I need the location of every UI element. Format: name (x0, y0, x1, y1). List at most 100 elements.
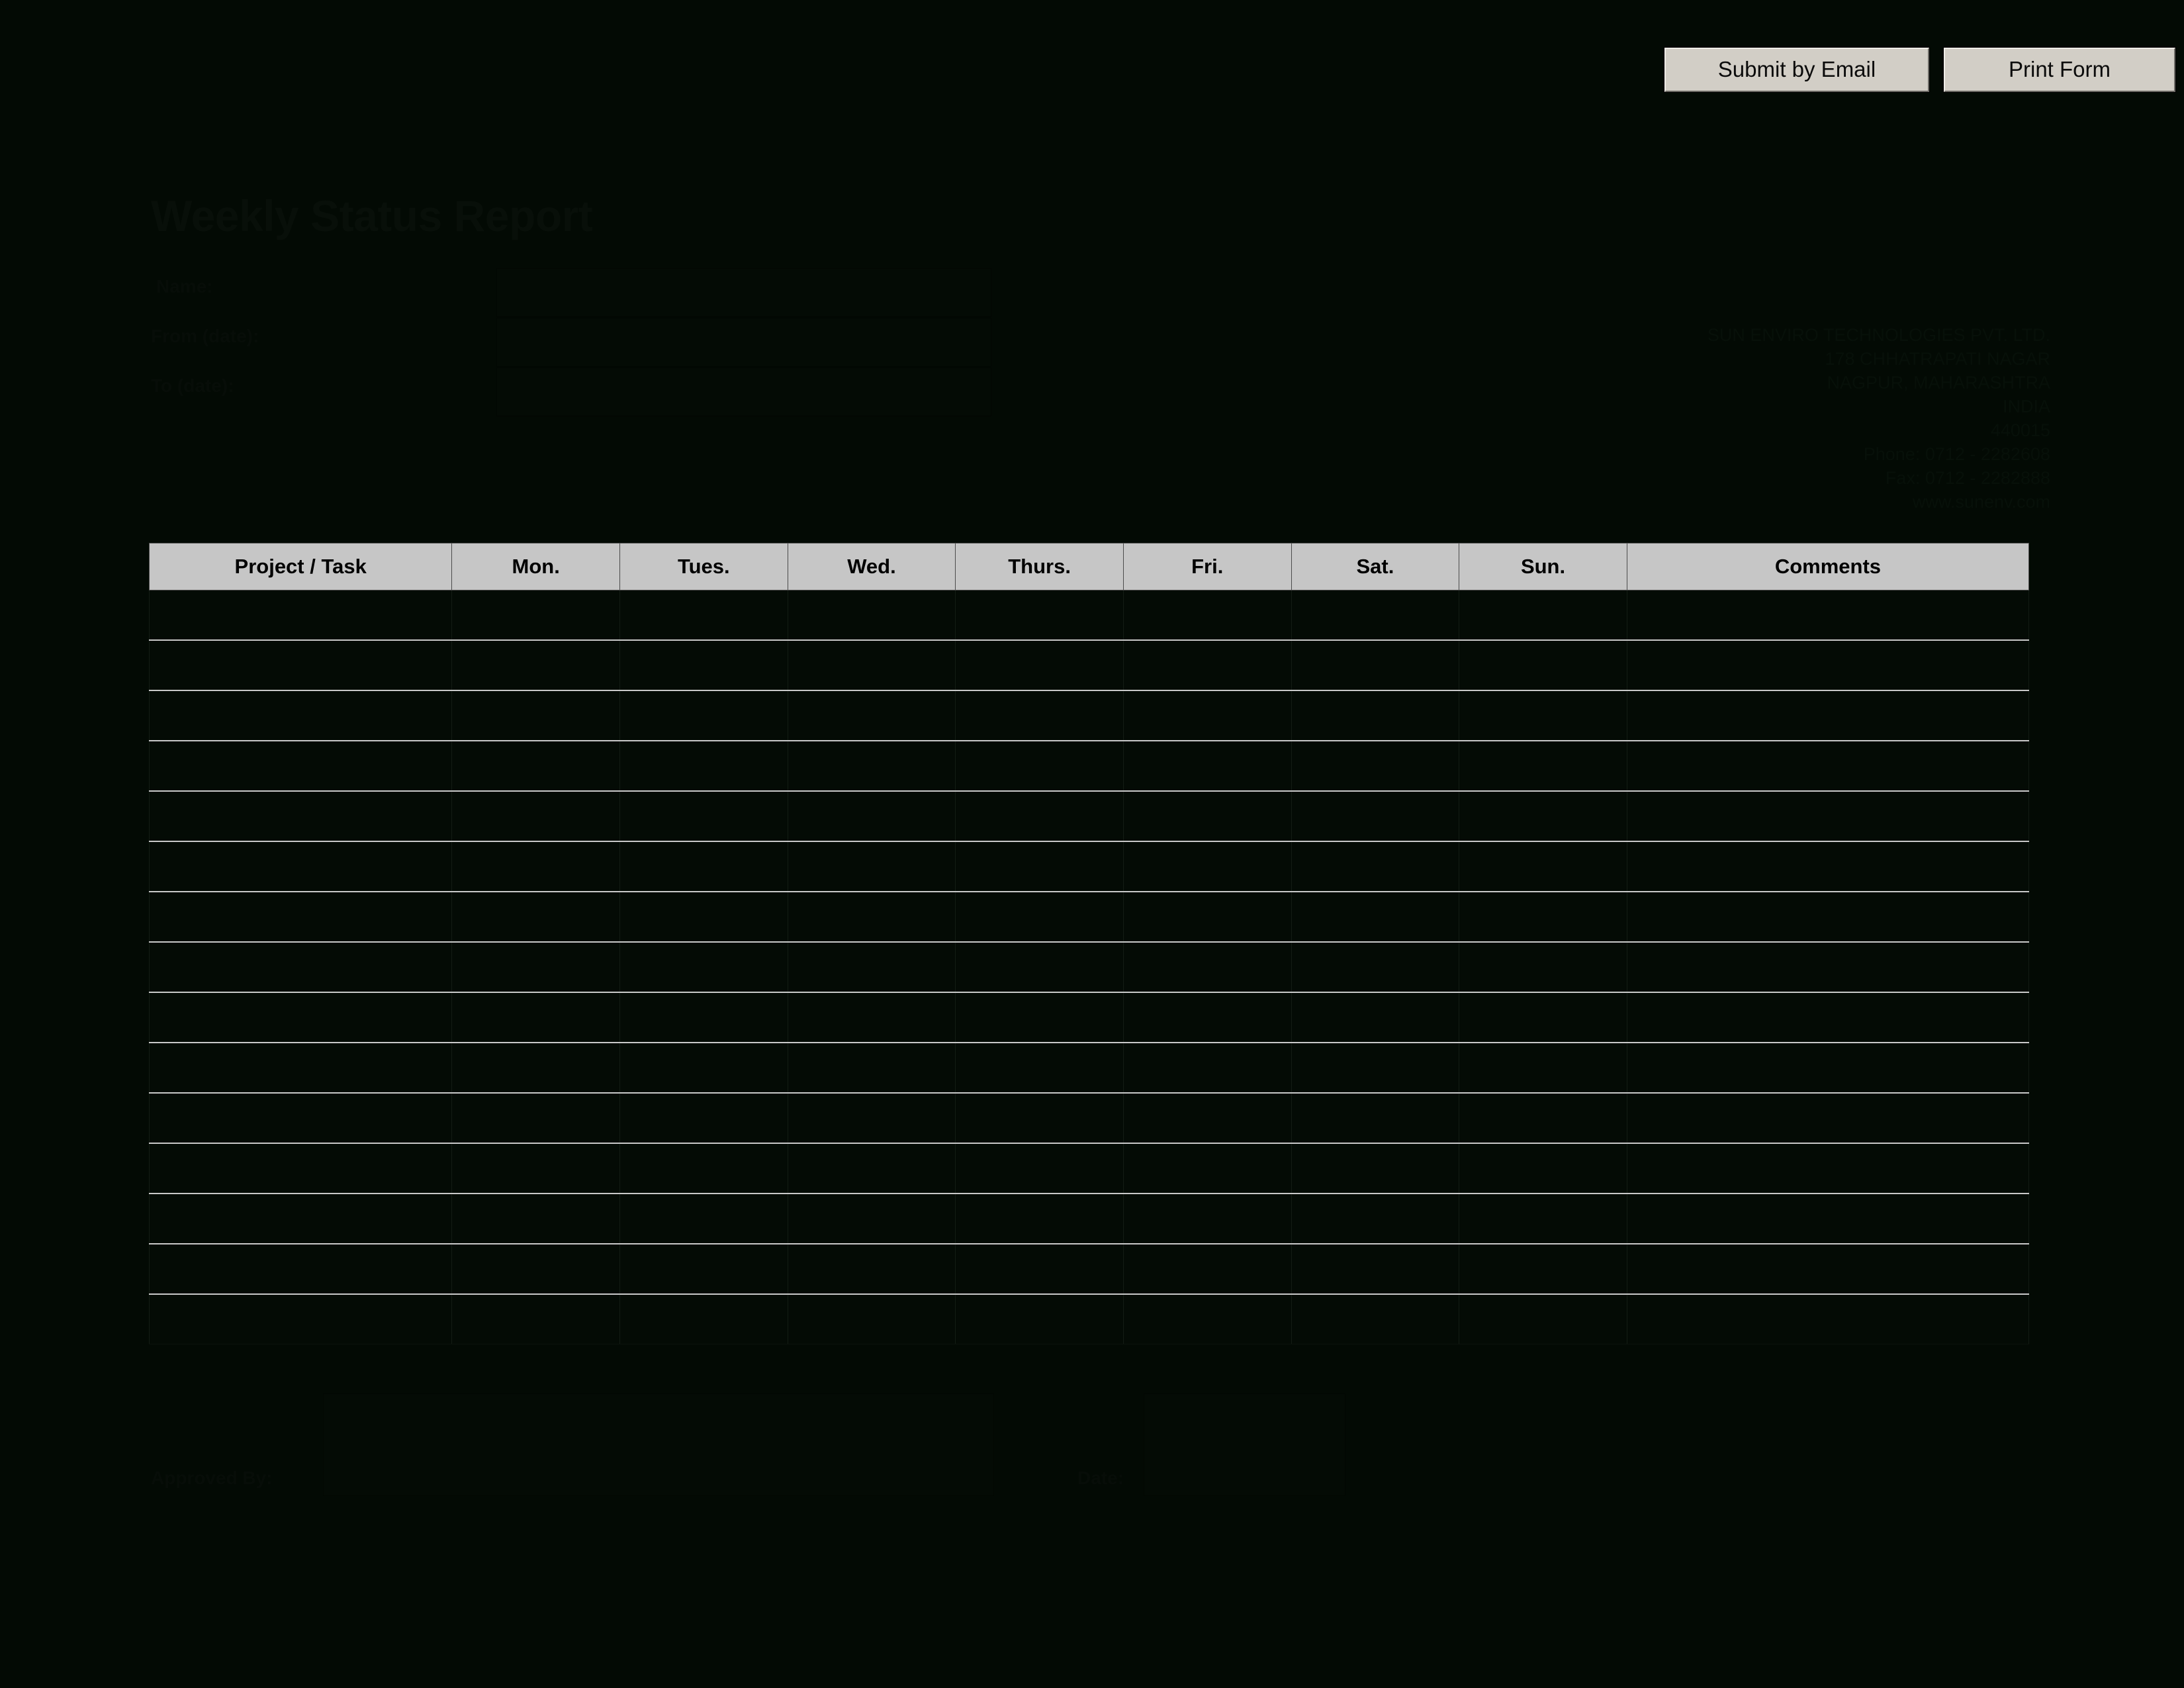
cell-input-sat-row-15[interactable] (1291, 1295, 1459, 1344)
cell-input-fri-row-13[interactable] (1123, 1194, 1291, 1243)
cell-input-thurs-row-2[interactable] (956, 641, 1123, 690)
cell-input-comments-row-13[interactable] (1627, 1194, 2028, 1243)
cell-input-tues-row-15[interactable] (620, 1295, 788, 1344)
cell-input-fri-row-15[interactable] (1123, 1295, 1291, 1344)
cell-input-thurs-row-8[interactable] (956, 943, 1123, 992)
cell-input-wed-row-4[interactable] (788, 741, 956, 790)
cell-input-thurs-row-11[interactable] (956, 1094, 1123, 1143)
cell-input-fri-row-9[interactable] (1123, 993, 1291, 1042)
cell-input-tues-row-5[interactable] (620, 792, 788, 841)
cell-input-fri-row-7[interactable] (1123, 892, 1291, 941)
cell-input-fri-row-2[interactable] (1123, 641, 1291, 690)
cell-input-wed-row-12[interactable] (788, 1144, 956, 1193)
cell-input-comments-row-7[interactable] (1627, 892, 2028, 941)
cell-input-project-task-row-8[interactable] (150, 943, 452, 992)
cell-input-project-task-row-10[interactable] (150, 1043, 452, 1092)
cell-input-comments-row-1[interactable] (1627, 590, 2028, 639)
cell-input-wed-row-10[interactable] (788, 1043, 956, 1092)
cell-input-tues-row-13[interactable] (620, 1194, 788, 1243)
cell-input-thurs-row-4[interactable] (956, 741, 1123, 790)
cell-input-wed-row-2[interactable] (788, 641, 956, 690)
cell-input-wed-row-14[interactable] (788, 1244, 956, 1293)
cell-input-sat-row-6[interactable] (1291, 842, 1459, 891)
cell-input-comments-row-10[interactable] (1627, 1043, 2028, 1092)
cell-input-fri-row-1[interactable] (1123, 590, 1291, 639)
cell-input-sun-row-1[interactable] (1459, 590, 1627, 639)
cell-input-project-task-row-5[interactable] (150, 792, 452, 841)
cell-input-sun-row-8[interactable] (1459, 943, 1627, 992)
cell-input-sun-row-2[interactable] (1459, 641, 1627, 690)
cell-input-fri-row-10[interactable] (1123, 1043, 1291, 1092)
approved-by-input[interactable] (323, 1393, 994, 1496)
cell-input-thurs-row-10[interactable] (956, 1043, 1123, 1092)
cell-input-thurs-row-13[interactable] (956, 1194, 1123, 1243)
cell-input-tues-row-3[interactable] (620, 691, 788, 740)
cell-input-mon-row-2[interactable] (452, 641, 619, 690)
cell-input-fri-row-14[interactable] (1123, 1244, 1291, 1293)
cell-input-project-task-row-2[interactable] (150, 641, 452, 690)
cell-input-sun-row-6[interactable] (1459, 842, 1627, 891)
cell-input-wed-row-1[interactable] (788, 590, 956, 639)
cell-input-sat-row-7[interactable] (1291, 892, 1459, 941)
cell-input-tues-row-11[interactable] (620, 1094, 788, 1143)
cell-input-sun-row-4[interactable] (1459, 741, 1627, 790)
cell-input-tues-row-9[interactable] (620, 993, 788, 1042)
cell-input-tues-row-10[interactable] (620, 1043, 788, 1092)
cell-input-mon-row-11[interactable] (452, 1094, 619, 1143)
cell-input-comments-row-6[interactable] (1627, 842, 2028, 891)
cell-input-project-task-row-12[interactable] (150, 1144, 452, 1193)
cell-input-mon-row-13[interactable] (452, 1194, 619, 1243)
cell-input-wed-row-7[interactable] (788, 892, 956, 941)
cell-input-sun-row-13[interactable] (1459, 1194, 1627, 1243)
cell-input-mon-row-5[interactable] (452, 792, 619, 841)
cell-input-project-task-row-15[interactable] (150, 1295, 452, 1344)
cell-input-sun-row-14[interactable] (1459, 1244, 1627, 1293)
cell-input-comments-row-9[interactable] (1627, 993, 2028, 1042)
cell-input-comments-row-5[interactable] (1627, 792, 2028, 841)
cell-input-comments-row-15[interactable] (1627, 1295, 2028, 1344)
cell-input-sun-row-5[interactable] (1459, 792, 1627, 841)
submit-by-email-button[interactable]: Submit by Email (1664, 48, 1929, 92)
cell-input-project-task-row-7[interactable] (150, 892, 452, 941)
cell-input-comments-row-12[interactable] (1627, 1144, 2028, 1193)
cell-input-thurs-row-7[interactable] (956, 892, 1123, 941)
cell-input-tues-row-12[interactable] (620, 1144, 788, 1193)
cell-input-mon-row-6[interactable] (452, 842, 619, 891)
cell-input-comments-row-2[interactable] (1627, 641, 2028, 690)
cell-input-mon-row-1[interactable] (452, 590, 619, 639)
cell-input-comments-row-8[interactable] (1627, 943, 2028, 992)
cell-input-thurs-row-15[interactable] (956, 1295, 1123, 1344)
cell-input-mon-row-4[interactable] (452, 741, 619, 790)
cell-input-mon-row-10[interactable] (452, 1043, 619, 1092)
cell-input-wed-row-6[interactable] (788, 842, 956, 891)
cell-input-thurs-row-3[interactable] (956, 691, 1123, 740)
cell-input-fri-row-11[interactable] (1123, 1094, 1291, 1143)
cell-input-project-task-row-14[interactable] (150, 1244, 452, 1293)
cell-input-wed-row-9[interactable] (788, 993, 956, 1042)
cell-input-project-task-row-4[interactable] (150, 741, 452, 790)
cell-input-sun-row-7[interactable] (1459, 892, 1627, 941)
cell-input-project-task-row-3[interactable] (150, 691, 452, 740)
cell-input-mon-row-7[interactable] (452, 892, 619, 941)
cell-input-project-task-row-11[interactable] (150, 1094, 452, 1143)
cell-input-tues-row-4[interactable] (620, 741, 788, 790)
cell-input-comments-row-11[interactable] (1627, 1094, 2028, 1143)
cell-input-comments-row-3[interactable] (1627, 691, 2028, 740)
cell-input-sat-row-11[interactable] (1291, 1094, 1459, 1143)
from-date-input[interactable] (496, 318, 991, 367)
name-input[interactable] (496, 268, 991, 317)
cell-input-sun-row-15[interactable] (1459, 1295, 1627, 1344)
cell-input-sat-row-5[interactable] (1291, 792, 1459, 841)
cell-input-tues-row-6[interactable] (620, 842, 788, 891)
cell-input-mon-row-14[interactable] (452, 1244, 619, 1293)
cell-input-wed-row-15[interactable] (788, 1295, 956, 1344)
cell-input-sat-row-13[interactable] (1291, 1194, 1459, 1243)
cell-input-sat-row-14[interactable] (1291, 1244, 1459, 1293)
cell-input-thurs-row-5[interactable] (956, 792, 1123, 841)
cell-input-comments-row-14[interactable] (1627, 1244, 2028, 1293)
cell-input-wed-row-5[interactable] (788, 792, 956, 841)
cell-input-comments-row-4[interactable] (1627, 741, 2028, 790)
cell-input-sun-row-12[interactable] (1459, 1144, 1627, 1193)
cell-input-fri-row-4[interactable] (1123, 741, 1291, 790)
cell-input-thurs-row-14[interactable] (956, 1244, 1123, 1293)
